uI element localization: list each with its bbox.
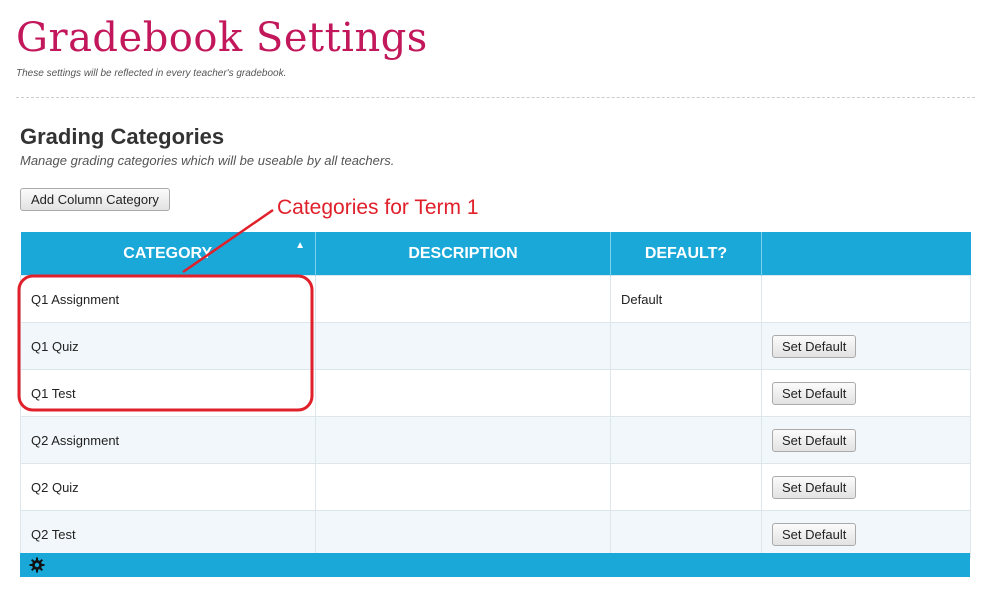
- gear-icon[interactable]: [29, 557, 45, 573]
- category-cell: Q1 Assignment: [20, 275, 316, 323]
- column-header-actions: [761, 232, 971, 276]
- default-cell: [610, 322, 762, 370]
- column-header-label: DESCRIPTION: [408, 244, 518, 262]
- categories-table: CATEGORY ▲ DESCRIPTION DEFAULT? Q1 Assig…: [20, 232, 971, 558]
- description-cell: [315, 463, 611, 511]
- default-cell: Default: [610, 275, 762, 323]
- table-row: Q2 Quiz Set Default: [20, 463, 971, 511]
- column-header-label: DEFAULT?: [644, 244, 728, 262]
- table-header-row: CATEGORY ▲ DESCRIPTION DEFAULT?: [20, 232, 971, 276]
- annotation-label: Categories for Term 1: [277, 196, 479, 219]
- table-footer-bar: [20, 553, 970, 577]
- category-cell: Q2 Quiz: [20, 463, 316, 511]
- set-default-button[interactable]: Set Default: [772, 522, 857, 546]
- set-default-button[interactable]: Set Default: [772, 428, 857, 452]
- action-cell: Set Default: [761, 322, 971, 370]
- table-row: Q1 Assignment Default: [20, 275, 971, 323]
- default-cell: [610, 416, 762, 464]
- action-cell: Set Default: [761, 369, 971, 417]
- action-cell: Set Default: [761, 463, 971, 511]
- action-cell: Set Default: [761, 510, 971, 558]
- category-cell: Q1 Quiz: [20, 322, 316, 370]
- description-cell: [315, 322, 611, 370]
- default-cell: [610, 369, 762, 417]
- set-default-button[interactable]: Set Default: [772, 475, 857, 499]
- add-column-category-button[interactable]: Add Column Category: [20, 188, 170, 211]
- description-cell: [315, 510, 611, 558]
- category-cell: Q2 Assignment: [20, 416, 316, 464]
- table-row: Q2 Test Set Default: [20, 510, 971, 558]
- category-cell: Q2 Test: [20, 510, 316, 558]
- set-default-button[interactable]: Set Default: [772, 381, 857, 405]
- divider: [16, 97, 975, 98]
- section-title: Grading Categories: [20, 124, 225, 149]
- set-default-button[interactable]: Set Default: [772, 334, 857, 358]
- description-cell: [315, 275, 611, 323]
- category-cell: Q1 Test: [20, 369, 316, 417]
- default-cell: [610, 510, 762, 558]
- column-header-category[interactable]: CATEGORY ▲: [20, 232, 316, 276]
- table-row: Q1 Quiz Set Default: [20, 322, 971, 370]
- action-cell: [761, 275, 971, 323]
- table-row: Q1 Test Set Default: [20, 369, 971, 417]
- description-cell: [315, 416, 611, 464]
- table-row: Q2 Assignment Set Default: [20, 416, 971, 464]
- section-subtitle: Manage grading categories which will be …: [20, 153, 395, 168]
- page-subtitle: These settings will be reflected in ever…: [16, 68, 287, 79]
- action-cell: Set Default: [761, 416, 971, 464]
- column-header-default[interactable]: DEFAULT?: [610, 232, 762, 276]
- column-header-description[interactable]: DESCRIPTION: [315, 232, 611, 276]
- column-header-label: CATEGORY: [123, 244, 213, 262]
- description-cell: [315, 369, 611, 417]
- page-title: Gradebook Settings: [16, 15, 428, 61]
- default-cell: [610, 463, 762, 511]
- sort-ascending-icon[interactable]: ▲: [295, 240, 305, 251]
